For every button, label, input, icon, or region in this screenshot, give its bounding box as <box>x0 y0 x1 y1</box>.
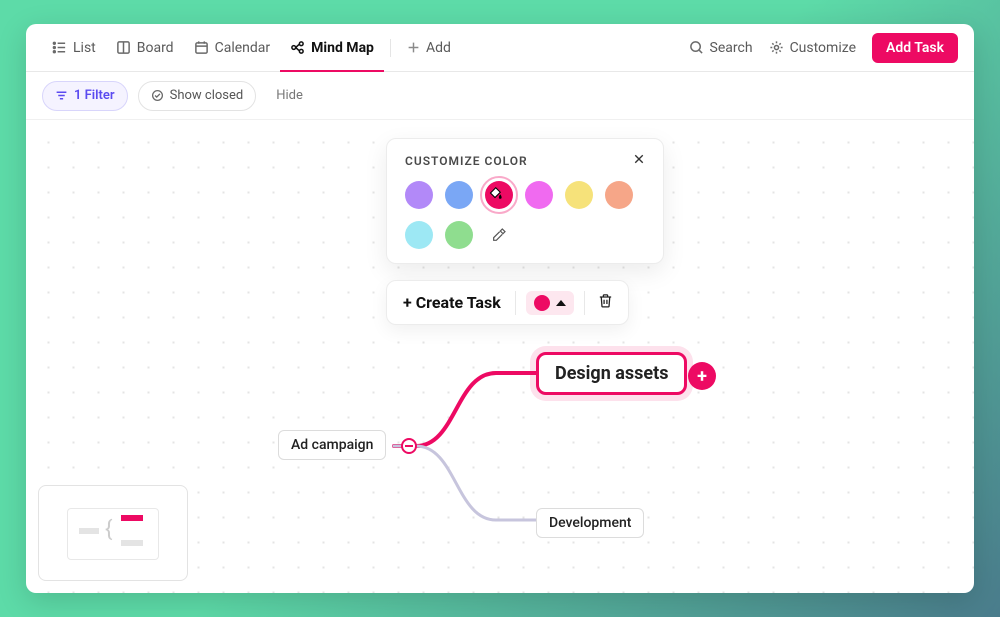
color-swatch-blue[interactable] <box>445 181 473 209</box>
eyedropper-button[interactable] <box>485 221 513 249</box>
add-task-button[interactable]: Add Task <box>872 33 958 63</box>
add-task-label: Add Task <box>886 40 944 56</box>
node-design-assets-label: Design assets <box>555 363 668 384</box>
divider <box>584 291 585 315</box>
node-design-assets[interactable]: Design assets <box>536 352 687 395</box>
node-root[interactable]: Ad campaign <box>278 430 386 460</box>
color-dot <box>534 295 550 311</box>
show-closed-pill[interactable]: Show closed <box>138 81 257 111</box>
tab-list-label: List <box>73 40 96 56</box>
hide-label: Hide <box>276 88 303 103</box>
tab-mindmap-label: Mind Map <box>311 40 374 56</box>
calendar-icon <box>194 40 209 55</box>
minimap-node <box>79 528 99 534</box>
color-swatch-magenta[interactable] <box>525 181 553 209</box>
color-swatch-green[interactable] <box>445 221 473 249</box>
search-label: Search <box>710 40 753 56</box>
mindmap-canvas[interactable]: CUSTOMIZE COLOR + Create Task <box>26 120 974 593</box>
customize-label: Customize <box>790 40 856 56</box>
check-circle-icon <box>151 89 164 102</box>
tab-mindmap[interactable]: Mind Map <box>280 24 384 71</box>
popover-title: CUSTOMIZE COLOR <box>405 154 528 168</box>
divider <box>390 39 391 57</box>
filter-count-label: 1 Filter <box>74 88 115 103</box>
minimap[interactable]: { <box>38 485 188 581</box>
color-swatch-pink[interactable] <box>485 181 513 209</box>
color-swatch-row <box>405 181 645 249</box>
show-closed-label: Show closed <box>170 88 244 103</box>
customize-action[interactable]: Customize <box>761 24 864 71</box>
color-picker-button[interactable] <box>526 291 574 315</box>
node-development-label: Development <box>549 515 631 531</box>
filter-icon <box>55 89 68 102</box>
list-icon <box>52 40 67 55</box>
hide-action[interactable]: Hide <box>266 88 303 103</box>
color-swatch-cyan[interactable] <box>405 221 433 249</box>
tab-calendar-label: Calendar <box>215 40 271 56</box>
board-icon <box>116 40 131 55</box>
mindmap-icon <box>290 40 305 55</box>
filter-count-pill[interactable]: 1 Filter <box>42 81 128 111</box>
tab-board-label: Board <box>137 40 174 56</box>
tab-board[interactable]: Board <box>106 24 184 71</box>
minimap-node <box>121 515 143 521</box>
minimap-node <box>121 540 143 546</box>
tab-add-label: Add <box>426 40 451 56</box>
node-root-label: Ad campaign <box>291 437 373 453</box>
tab-calendar[interactable]: Calendar <box>184 24 281 71</box>
divider <box>515 291 516 315</box>
plus-icon <box>407 41 420 54</box>
add-child-button[interactable]: + <box>688 362 716 390</box>
customize-color-popover: CUSTOMIZE COLOR <box>386 138 664 264</box>
view-tabbar: List Board Calendar Mind Map Add <box>26 24 974 72</box>
color-swatch-yellow[interactable] <box>565 181 593 209</box>
create-task-button[interactable]: + Create Task <box>399 291 505 314</box>
filter-bar: 1 Filter Show closed Hide <box>26 72 974 120</box>
search-icon <box>689 40 704 55</box>
app-window: List Board Calendar Mind Map Add <box>26 24 974 593</box>
collapse-toggle[interactable] <box>401 438 417 454</box>
create-task-label: + Create Task <box>403 293 501 312</box>
search-action[interactable]: Search <box>681 24 761 71</box>
node-toolbar: + Create Task <box>386 280 629 325</box>
color-swatch-purple[interactable] <box>405 181 433 209</box>
gear-icon <box>769 40 784 55</box>
popover-close-button[interactable] <box>633 153 645 169</box>
minimap-brace: { <box>105 519 112 541</box>
delete-button[interactable] <box>595 290 616 315</box>
node-development[interactable]: Development <box>536 508 644 538</box>
caret-up-icon <box>556 300 566 306</box>
minimap-viewport <box>67 508 159 560</box>
color-swatch-orange[interactable] <box>605 181 633 209</box>
tab-list[interactable]: List <box>42 24 106 71</box>
tab-add-view[interactable]: Add <box>397 24 461 71</box>
